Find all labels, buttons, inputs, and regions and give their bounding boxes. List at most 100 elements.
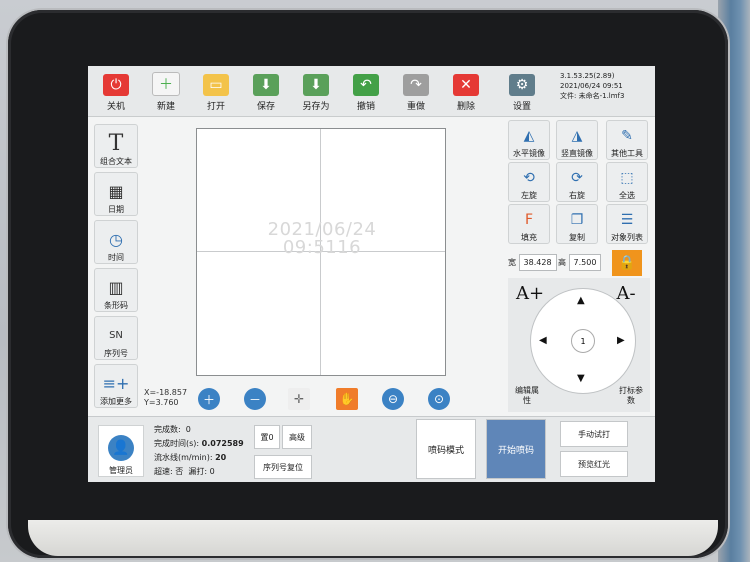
delete-button[interactable]: ✕ 删除 — [444, 70, 488, 112]
date-button[interactable]: ▦ 日期 — [94, 172, 138, 216]
new-button[interactable]: ＋ 新建 — [144, 70, 188, 112]
fit-center-icon[interactable]: ✛ — [288, 388, 310, 410]
copy-label: 复制 — [569, 233, 585, 242]
print-stats: 完成数: 0 完成时间(s): 0.072589 流水线(m/min): 20 … — [154, 423, 244, 479]
add-more-button[interactable]: ≡+ 添加更多 — [94, 364, 138, 408]
copy-button[interactable]: ❐ 复制 — [556, 204, 598, 244]
version-info: 3.1.53.25(2.89) 2021/06/24 09:51 文件: 未命名… — [560, 71, 624, 101]
height-input[interactable]: 7.500 — [568, 254, 602, 271]
line-speed-label: 流水线(m/min): — [154, 453, 213, 462]
width-input[interactable]: 38.428 — [518, 254, 557, 271]
arrow-right-icon[interactable]: ▶ — [617, 335, 625, 346]
save-icon: ⬇ — [253, 74, 279, 96]
settings-label: 设置 — [512, 102, 531, 112]
height-field: 高 7.500 — [558, 254, 602, 271]
advanced-button[interactable]: 高级 — [282, 425, 312, 449]
zoom-selection-icon[interactable]: ⊖ — [382, 388, 404, 410]
select-all-button[interactable]: ⬚ 全选 — [606, 162, 648, 202]
clock-icon: ◷ — [109, 229, 123, 249]
fill-icon: F — [524, 212, 534, 228]
mirror-horizontal-button[interactable]: ◭ 水平镜像 — [508, 120, 550, 160]
other-tools-button[interactable]: ✎ 其他工具 — [606, 120, 648, 160]
serial-icon: SN — [109, 329, 123, 341]
settings-icon: ⚙ — [509, 74, 535, 96]
done-time-value: 0.072589 — [201, 439, 244, 448]
done-count-label: 完成数: — [154, 425, 181, 434]
mirror-horizontal-icon: ◭ — [523, 128, 535, 144]
open-button[interactable]: ▭ 打开 — [194, 70, 238, 112]
power-label: 关机 — [106, 102, 125, 112]
redo-button[interactable]: ↷ 重做 — [394, 70, 438, 112]
calendar-icon: ▦ — [108, 181, 124, 201]
version-text: 3.1.53.25(2.89) — [560, 72, 615, 80]
top-toolbar: ⏻ 关机 ＋ 新建 ▭ 打开 ⬇ 保存 ⬇ 另存为 ↶ 撤销 ↷ 重做 ✕ 删除 — [88, 66, 655, 117]
lock-icon[interactable]: 🔒 — [612, 250, 642, 276]
zoom-out-icon[interactable]: － — [244, 388, 266, 410]
rotate-left-label: 左旋 — [521, 191, 537, 200]
reset-zero-button[interactable]: 置0 — [254, 425, 280, 449]
barcode-label: 条形码 — [104, 301, 128, 310]
admin-label: 管理员 — [109, 466, 133, 475]
direction-wheel: ▲ ▼ ◀ ▶ 1 — [530, 288, 636, 394]
save-as-button[interactable]: ⬇ 另存为 — [294, 70, 338, 112]
app-screen: ⏻ 关机 ＋ 新建 ▭ 打开 ⬇ 保存 ⬇ 另存为 ↶ 撤销 ↷ 重做 ✕ 删除 — [88, 66, 655, 482]
overspeed-text: 超速: 否 — [154, 467, 184, 476]
undo-icon: ↶ — [353, 74, 379, 96]
arrow-left-icon[interactable]: ◀ — [539, 335, 547, 346]
date-label: 日期 — [108, 205, 124, 214]
datetime-object[interactable]: 2021/06/24 09:5116 — [257, 221, 387, 257]
edit-properties-button[interactable]: 编辑属性 — [512, 386, 542, 406]
serial-number-button[interactable]: SN 序列号 — [94, 316, 138, 360]
rotate-right-button[interactable]: ⟳ 右旋 — [556, 162, 598, 202]
start-print-button[interactable]: 开始喷码 — [486, 419, 546, 479]
time-button[interactable]: ◷ 时间 — [94, 220, 138, 264]
fill-button[interactable]: F 填充 — [508, 204, 550, 244]
hand-pan-icon[interactable]: ✋ — [336, 388, 358, 410]
print-params-button[interactable]: 打标参数 — [616, 386, 646, 406]
copy-icon: ❐ — [570, 212, 584, 228]
design-canvas[interactable]: 2021/06/24 09:5116 — [196, 128, 446, 376]
power-button[interactable]: ⏻ 关机 — [94, 70, 138, 112]
rotate-right-label: 右旋 — [569, 191, 585, 200]
step-center-button[interactable]: 1 — [571, 329, 595, 353]
combined-text-label: 组合文本 — [100, 157, 132, 166]
zoom-fit-icon[interactable]: ⊙ — [428, 388, 450, 410]
new-file-icon: ＋ — [152, 72, 180, 96]
serial-label: 序列号 — [104, 349, 128, 358]
save-label: 保存 — [256, 102, 275, 112]
power-icon: ⏻ — [103, 74, 129, 96]
barcode-icon: ▥ — [108, 277, 124, 297]
delete-label: 删除 — [456, 102, 475, 112]
save-button[interactable]: ⬇ 保存 — [244, 70, 288, 112]
object-list-button[interactable]: ☰ 对象列表 — [606, 204, 648, 244]
preview-red-light-button[interactable]: 预览红光 — [560, 451, 628, 477]
open-label: 打开 — [206, 102, 225, 112]
undo-button[interactable]: ↶ 撤销 — [344, 70, 388, 112]
combined-text-button[interactable]: T 组合文本 — [94, 124, 138, 168]
width-field: 宽 38.428 — [508, 254, 557, 271]
user-icon: 👤 — [108, 435, 134, 461]
admin-button[interactable]: 👤 管理员 — [98, 425, 144, 477]
settings-button[interactable]: ⚙ 设置 — [500, 70, 544, 112]
done-count-value: 0 — [185, 425, 191, 434]
save-as-label: 另存为 — [302, 102, 330, 112]
rotate-left-button[interactable]: ⟲ 左旋 — [508, 162, 550, 202]
text-icon: T — [108, 130, 124, 156]
barcode-button[interactable]: ▥ 条形码 — [94, 268, 138, 312]
datetime-text: 2021/06/24 09:51 — [560, 82, 623, 90]
coord-x: X=-18.857 — [144, 388, 188, 397]
missed-text: 漏打: 0 — [188, 467, 215, 476]
print-mode-button[interactable]: 喷码模式 — [416, 419, 476, 479]
serial-reset-button[interactable]: 序列号复位 — [254, 455, 312, 479]
manual-print-button[interactable]: 手动试打 — [560, 421, 628, 447]
zoom-in-icon[interactable]: ＋ — [198, 388, 220, 410]
width-label: 宽 — [508, 258, 516, 267]
line-speed-value: 20 — [215, 453, 227, 462]
mirror-vertical-label: 竖直镜像 — [561, 149, 593, 158]
select-all-icon: ⬚ — [620, 170, 634, 186]
rotate-right-icon: ⟳ — [571, 170, 583, 186]
status-bar: 👤 管理员 完成数: 0 完成时间(s): 0.072589 流水线(m/min… — [88, 416, 655, 482]
mirror-vertical-button[interactable]: ◮ 竖直镜像 — [556, 120, 598, 160]
arrow-up-icon[interactable]: ▲ — [577, 295, 585, 306]
arrow-down-icon[interactable]: ▼ — [577, 373, 585, 384]
